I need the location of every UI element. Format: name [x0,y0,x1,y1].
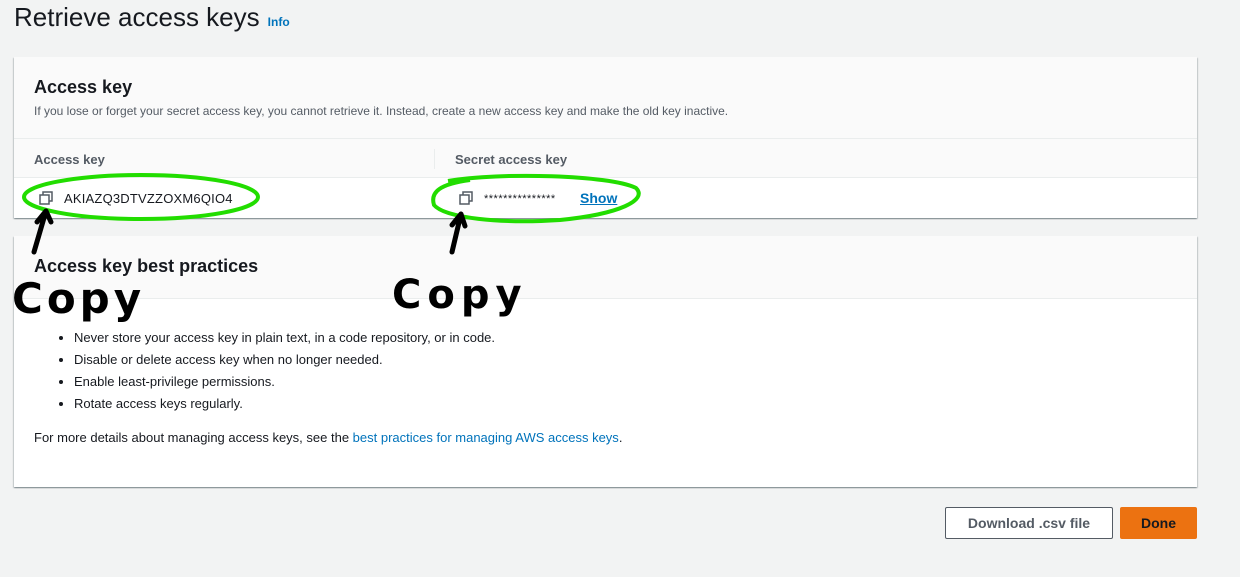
download-csv-button[interactable]: Download .csv file [945,507,1113,539]
list-item: Never store your access key in plain tex… [74,327,1177,349]
keys-table-header: Access key Secret access key [14,139,1197,178]
access-key-value: AKIAZQ3DTVZZOXM6QIO4 [64,191,233,206]
secret-key-masked: *************** [484,193,556,205]
keys-table-row: AKIAZQ3DTVZZOXM6QIO4 *************** Sho… [14,178,1197,217]
info-link[interactable]: Info [268,15,290,29]
access-key-panel-header: Access key If you lose or forget your se… [14,57,1197,139]
show-secret-link[interactable]: Show [580,190,617,206]
best-practices-link[interactable]: best practices for managing AWS access k… [353,430,619,445]
list-item: Enable least-privilege permissions. [74,371,1177,393]
best-practices-header: Access key best practices [14,236,1197,299]
access-key-panel: Access key If you lose or forget your se… [14,57,1197,218]
list-item: Disable or delete access key when no lon… [74,349,1177,371]
copy-secret-key-icon[interactable] [459,191,473,205]
column-divider [434,149,435,169]
list-item: Rotate access keys regularly. [74,393,1177,415]
more-details-text: For more details about managing access k… [34,429,1177,447]
access-key-heading: Access key [34,77,133,97]
best-practices-list: Never store your access key in plain tex… [34,327,1177,415]
best-practices-heading: Access key best practices [34,256,259,276]
done-button[interactable]: Done [1120,507,1197,539]
access-key-description: If you lose or forget your secret access… [34,104,729,118]
best-practices-body: Never store your access key in plain tex… [14,299,1197,447]
copy-access-key-icon[interactable] [39,191,53,205]
best-practices-panel: Access key best practices Never store yo… [14,236,1197,487]
page-title: Retrieve access keys [14,2,260,32]
more-details-suffix: . [618,430,623,445]
more-details-prefix: For more details about managing access k… [34,430,353,445]
column-header-secret-access-key: Secret access key [455,152,568,167]
column-header-access-key: Access key [34,152,105,167]
page-header: Retrieve access keys Info [14,2,290,33]
